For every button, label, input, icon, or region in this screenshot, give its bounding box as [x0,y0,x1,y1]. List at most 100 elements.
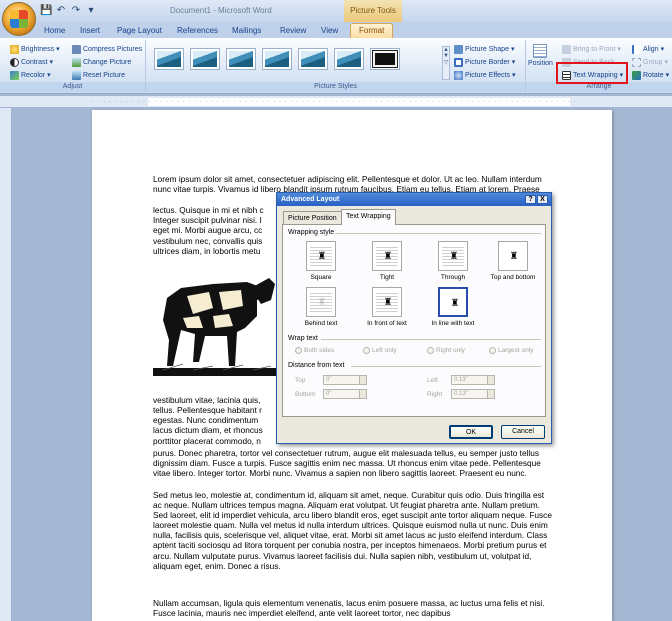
wrap-option-in-line-with-text[interactable]: ♜ In line with text [423,287,483,327]
brightness-button[interactable]: Brightness ▾ [10,44,60,55]
spinner-icon[interactable] [487,390,494,398]
spinner-icon[interactable] [487,376,494,384]
radio-left-only[interactable]: Left only [363,347,397,354]
distance-right-input[interactable]: 0.13" [451,389,495,399]
adjust-group-label: Adjust [0,82,145,92]
square-wrap-icon: ♜ [317,251,327,262]
recolor-button[interactable]: Recolor ▾ [10,70,51,81]
paragraph-2-continued[interactable]: purus. Donec pharetra, tortor vel consec… [153,448,555,478]
paragraph-1-line-b[interactable]: lectus. Quisque in mi et nibh c [153,205,278,215]
picture-style-4[interactable] [262,48,292,70]
cow-picture[interactable] [153,270,277,382]
tab-references[interactable]: References [177,24,218,38]
customize-qat-icon[interactable]: ▾ [85,5,97,17]
distance-left-field: Left 0.13" [427,375,495,385]
dropdown-icon: ▾ [660,46,665,53]
tab-picture-position[interactable]: Picture Position [283,211,342,224]
radio-both-sides[interactable]: Both sides [295,347,334,354]
paragraph-2-line-a[interactable]: vestibulum vitae, lacinia quis, [153,395,278,405]
tight-label: Tight [379,274,395,281]
wrapping-style-label: Wrapping style [288,229,335,236]
spinner-icon[interactable] [359,390,366,398]
radio-largest-only[interactable]: Largest only [489,347,533,354]
picture-style-1[interactable] [154,48,184,70]
paragraph-1-line-f[interactable]: ultrices diam, in lobortis metu [153,246,278,256]
picture-shape-button[interactable]: Picture Shape ▾ [454,44,515,55]
left-only-label: Left only [372,347,397,354]
behind-text-label: Behind text [304,320,338,327]
close-button[interactable]: X [537,195,548,204]
wrap-option-in-front-of-text[interactable]: ♜ In front of text [357,287,417,327]
picture-style-6[interactable] [334,48,364,70]
picture-style-2[interactable] [190,48,220,70]
contrast-label: Contrast [21,59,48,66]
rotate-button[interactable]: Rotate ▾ [632,70,669,81]
square-label: Square [310,274,332,281]
paragraph-1-line-d[interactable]: eget mi. Morbi augue arcu, cc [153,225,278,235]
save-icon[interactable]: 💾 [40,5,52,17]
wrap-option-square[interactable]: ♜ Square [291,241,351,281]
recolor-icon [10,71,19,80]
quick-access-toolbar: 💾 ↶ ↷ ▾ [40,4,97,18]
wrap-option-top-and-bottom[interactable]: ♜ Top and bottom [483,241,543,281]
tab-mailings[interactable]: Mailings [232,24,261,38]
dropdown-icon: ▾ [47,72,51,79]
cancel-button[interactable]: Cancel [501,425,545,439]
vertical-ruler [0,108,12,621]
paragraph-3[interactable]: Sed metus leo, molestie at, condimentum … [153,490,555,571]
window-title: Document1 - Microsoft Word [170,6,272,15]
radio-right-only[interactable]: Right only [427,347,465,354]
distance-left-input[interactable]: 0.13" [451,375,495,385]
brightness-label: Brightness [21,46,55,53]
picture-style-5[interactable] [298,48,328,70]
align-button[interactable]: Align ▾ [632,44,664,55]
reset-picture-icon [72,71,81,80]
tab-text-wrapping[interactable]: Text Wrapping [341,209,396,225]
picture-effects-button[interactable]: Picture Effects ▾ [454,70,516,81]
paragraph-2-line-d[interactable]: lacus dictum diam, et rhoncus [153,425,278,435]
dropdown-icon: ▾ [665,72,670,79]
brightness-icon [10,45,19,54]
distance-top-input[interactable]: 0" [323,375,367,385]
wrap-option-tight[interactable]: ♜ Tight [357,241,417,281]
bring-to-front-button[interactable]: Bring to Front ▾ [562,44,621,55]
tab-view[interactable]: View [321,24,338,38]
position-button[interactable]: Position [528,44,553,76]
tab-home[interactable]: Home [44,24,65,38]
picture-style-7[interactable] [370,48,400,70]
tab-insert[interactable]: Insert [80,24,100,38]
reset-picture-button[interactable]: Reset Picture [72,70,125,81]
wrap-option-behind-text[interactable]: ♜ Behind text [291,287,351,327]
office-button[interactable] [2,2,36,36]
gallery-scroll[interactable]: ▲ ▼ ▽ [442,46,450,80]
help-button[interactable]: ? [525,195,536,204]
redo-icon[interactable]: ↷ [70,5,82,17]
dropdown-icon: ▾ [511,59,516,66]
picture-style-3[interactable] [226,48,256,70]
picture-border-button[interactable]: Picture Border ▾ [454,57,515,68]
ok-button[interactable]: OK [449,425,493,439]
tab-review[interactable]: Review [280,24,306,38]
contrast-button[interactable]: Contrast ▾ [10,57,53,68]
paragraph-1-line-e[interactable]: vestibulum nec, convallis quis [153,236,278,246]
tab-page-layout[interactable]: Page Layout [117,24,162,38]
compress-pictures-button[interactable]: Compress Pictures [72,44,142,55]
paragraph-2-line-e[interactable]: porttitor placerat commodo, n [153,436,278,446]
paragraph-1-line-c[interactable]: Integer suscipit pulvinar nisi. I [153,215,278,225]
dropdown-icon: ▾ [510,46,515,53]
dialog-title-bar[interactable]: Advanced Layout ? X [277,193,551,206]
paragraph-4[interactable]: Nullam accumsan, ligula quis elementum v… [153,598,555,618]
undo-icon[interactable]: ↶ [55,5,67,17]
align-label: Align [643,46,659,53]
group-button[interactable]: Group ▾ [632,57,668,68]
tab-format[interactable]: Format [350,23,394,38]
distance-bottom-input[interactable]: 0" [323,389,367,399]
office-logo-icon [10,10,28,28]
change-picture-button[interactable]: Change Picture [72,57,131,68]
paragraph-2-line-b[interactable]: tellus. Pellentesque habitant r [153,405,278,415]
paragraph-2-line-c[interactable]: egestas. Nunc condimentum [153,415,278,425]
spinner-icon[interactable] [359,376,366,384]
wrap-option-through[interactable]: ♜ Through [423,241,483,281]
position-icon [533,44,548,58]
tight-wrap-icon: ♜ [383,251,393,262]
